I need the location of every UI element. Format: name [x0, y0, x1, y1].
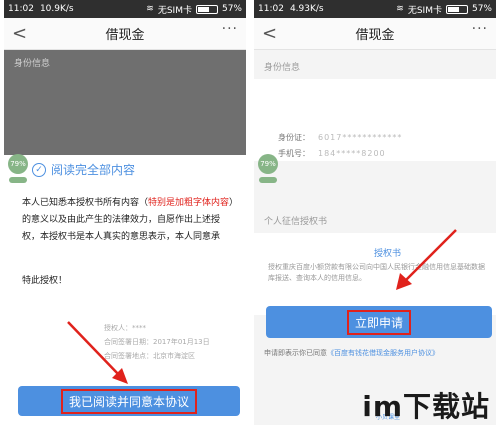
- more-icon[interactable]: ···: [472, 21, 488, 37]
- apply-now-button[interactable]: 立即申请: [266, 306, 492, 338]
- float-progress-icon[interactable]: 79%: [8, 154, 28, 174]
- float-tab-icon: [9, 177, 27, 183]
- battery-percent: 57%: [221, 4, 242, 14]
- float-progress-icon[interactable]: 79%: [258, 154, 278, 174]
- page-title: 借现金: [105, 28, 145, 43]
- modal-body-text: 本人已知悉本授权书所有内容（特别是加粗字体内容）的意义以及由此产生的法律效力，自…: [22, 195, 234, 246]
- battery-icon: [445, 4, 468, 14]
- carrier-text: 无SIM卡: [157, 5, 192, 16]
- modal-title: ✓ 阅读完全部内容: [4, 155, 246, 184]
- back-icon[interactable]: <: [262, 23, 277, 44]
- network-speed: 10.9K/s: [39, 4, 74, 14]
- float-badge-text: 79%: [10, 160, 26, 168]
- nav-bar: < 借现金 ···: [4, 18, 246, 50]
- row-label: 手机号：: [278, 148, 310, 158]
- authorization-link[interactable]: 授权书: [374, 246, 401, 259]
- identity-card: 身份证： 6017************ 手机号： 184*****8200: [254, 79, 496, 161]
- nav-bar: < 借现金 ···: [254, 18, 496, 50]
- wifi-icon: ≋: [396, 4, 404, 14]
- watermark-logo: im下载站: [362, 390, 490, 423]
- row-value: 6017************: [318, 132, 403, 142]
- status-bar: 11:02 4.93K/s ≋ 无SIM卡 57%: [254, 0, 496, 18]
- section-credit-label: 个人征信授权书: [264, 217, 328, 227]
- signature-block: 授权人：**** 合同签署日期：2017年01月13日 合同签署地点：北京市海淀…: [104, 323, 242, 385]
- signature-line: 合同签署日期：2017年01月13日: [104, 338, 210, 346]
- modal-backdrop[interactable]: 身份信息: [4, 50, 246, 155]
- battery-icon: [195, 4, 218, 14]
- wifi-icon: ≋: [146, 4, 154, 14]
- status-bar: 11:02 10.9K/s ≋ 无SIM卡 57%: [4, 0, 246, 18]
- phone-left: 11:02 10.9K/s ≋ 无SIM卡 57% < 借现金 ··· 身份信息…: [4, 0, 246, 425]
- identity-row: 手机号： 184*****8200: [254, 145, 496, 161]
- phone-right: 11:02 4.93K/s ≋ 无SIM卡 57% < 借现金 ··· 身份信息…: [254, 0, 496, 425]
- identity-row: 身份证： 6017************: [254, 129, 496, 145]
- agreement-link[interactable]: 《百度有钱花借现金服务用户协议》: [327, 349, 439, 357]
- signature-line: 合同签署地点：北京市海淀区: [104, 352, 195, 360]
- agreement-note: 申请即表示你已同意《百度有钱花借现金服务用户协议》: [264, 348, 489, 358]
- row-value: 184*****8200: [318, 148, 386, 158]
- apply-button-label: 立即申请: [346, 309, 411, 335]
- network-speed: 4.93K/s: [289, 4, 324, 14]
- row-label: 身份证：: [278, 132, 310, 142]
- more-icon[interactable]: ···: [222, 21, 238, 37]
- section-identity-label: 身份信息: [14, 59, 51, 69]
- modal-tail-text: 特此授权！: [22, 276, 68, 286]
- back-icon[interactable]: <: [12, 23, 27, 44]
- modal-title-text: 阅读完全部内容: [51, 163, 136, 177]
- agree-button[interactable]: 我已阅读并同意本协议: [18, 386, 240, 416]
- authorization-text: 授权重庆百度小额贷款有限公司向中国人民银行金融信用信息基础数据库报送、查询本人的…: [268, 263, 485, 282]
- section-identity-label: 身份信息: [264, 63, 301, 73]
- check-circle-icon: ✓: [32, 162, 46, 177]
- float-tab-icon: [259, 177, 277, 183]
- status-time: 11:02: [8, 4, 34, 14]
- body-part-a: 本人已知悉本授权书所有内容（: [22, 198, 149, 208]
- agreement-prefix: 申请即表示你已同意: [264, 349, 327, 357]
- float-badge-text: 79%: [260, 160, 276, 168]
- signature-line: 授权人：****: [104, 324, 146, 332]
- battery-percent: 57%: [471, 4, 492, 14]
- agree-button-label: 我已阅读并同意本协议: [60, 388, 197, 414]
- page-title: 借现金: [355, 28, 395, 43]
- status-time: 11:02: [258, 4, 284, 14]
- comparison-screenshot: 11:02 10.9K/s ≋ 无SIM卡 57% < 借现金 ··· 身份信息…: [0, 0, 499, 425]
- authorization-modal: ✓ 阅读完全部内容 本人已知悉本授权书所有内容（特别是加粗字体内容）的意义以及由…: [4, 155, 246, 425]
- identity-section: 身份信息 身份证： 6017************ 手机号： 184*****…: [254, 54, 496, 161]
- body-part-red: 特别是加粗字体内容: [148, 198, 230, 208]
- carrier-text: 无SIM卡: [407, 5, 442, 16]
